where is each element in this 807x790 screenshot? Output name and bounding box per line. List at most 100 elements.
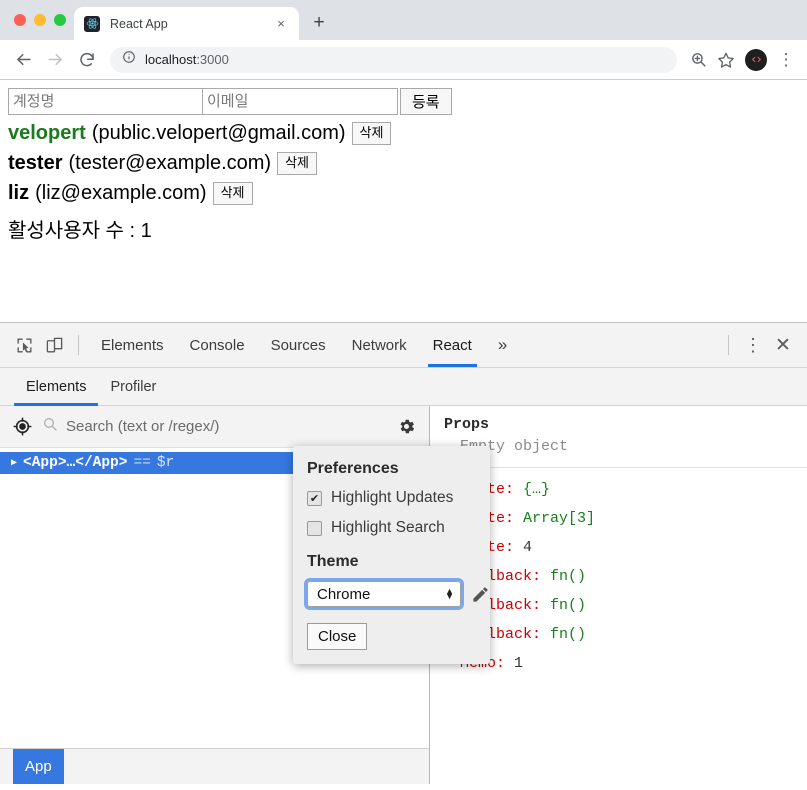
- user-create-form: 등록: [8, 88, 799, 115]
- theme-selected-value: Chrome: [317, 585, 371, 603]
- theme-select[interactable]: Chrome ▲ ▼: [304, 578, 464, 610]
- user-email: (public.velopert@gmail.com): [91, 122, 346, 144]
- forward-button[interactable]: [40, 45, 70, 75]
- user-list-item[interactable]: liz (liz@example.com) 삭제: [8, 182, 799, 205]
- search-placeholder: Search (text or /regex/): [66, 418, 220, 435]
- hook-row[interactable]: Callback: fn(): [444, 621, 807, 650]
- reload-button[interactable]: [72, 45, 102, 75]
- more-tabs-button[interactable]: »: [485, 323, 520, 367]
- hook-value: Array[3]: [523, 509, 596, 527]
- preferences-popup: Preferences ✔ Highlight Updates Highligh…: [293, 446, 490, 664]
- url-host: localhost: [145, 52, 197, 67]
- hook-value: fn(): [550, 625, 587, 643]
- tab-sources[interactable]: Sources: [258, 323, 339, 367]
- react-logo-icon: [84, 15, 100, 32]
- react-tab-profiler[interactable]: Profiler: [98, 368, 168, 405]
- hook-value: fn(): [550, 596, 587, 614]
- tree-node-equals: ==: [133, 455, 151, 471]
- tab-network[interactable]: Network: [339, 323, 420, 367]
- register-button[interactable]: 등록: [400, 88, 452, 115]
- user-list-item[interactable]: tester (tester@example.com) 삭제: [8, 152, 799, 175]
- close-preferences-button[interactable]: Close: [307, 623, 368, 650]
- browser-tabstrip: React App × +: [0, 0, 807, 40]
- props-empty-text: Empty object: [460, 438, 569, 455]
- react-devtools-tabs: Elements Profiler: [0, 368, 807, 406]
- theme-section-title: Theme: [307, 553, 359, 570]
- preference-label: Highlight Updates: [331, 489, 454, 506]
- window-maximize-button[interactable]: [54, 14, 66, 26]
- window-close-button[interactable]: [14, 14, 26, 26]
- breadcrumb: App: [0, 748, 429, 784]
- chevron-right-icon[interactable]: ▶: [11, 457, 17, 469]
- tree-node-label: <App>…</App>: [23, 455, 128, 471]
- hook-row[interactable]: Memo: 1: [444, 650, 807, 679]
- profile-avatar[interactable]: [745, 48, 767, 71]
- hooks-list: State: {…} State: Array[3] State: 4 Call…: [444, 476, 807, 679]
- address-bar[interactable]: localhost:3000: [110, 46, 677, 73]
- browser-menu-button[interactable]: ⋮: [773, 47, 799, 73]
- tab-console[interactable]: Console: [177, 323, 258, 367]
- search-icon: [42, 416, 58, 437]
- account-name-input[interactable]: [8, 88, 203, 115]
- devtools-panel: Elements Console Sources Network React »…: [0, 322, 807, 784]
- hook-value: 4: [523, 538, 533, 556]
- preference-highlight-updates[interactable]: ✔ Highlight Updates: [307, 489, 490, 507]
- toolbar-divider-right: [728, 335, 729, 355]
- tab-react[interactable]: React: [420, 323, 485, 367]
- user-name: velopert: [8, 122, 86, 144]
- checkbox-unchecked[interactable]: [307, 520, 322, 536]
- info-icon[interactable]: [122, 50, 136, 69]
- delete-user-button[interactable]: 삭제: [351, 122, 392, 145]
- url-port: :3000: [196, 52, 229, 67]
- react-tab-elements[interactable]: Elements: [14, 368, 99, 406]
- delete-user-button[interactable]: 삭제: [212, 182, 253, 205]
- delete-user-button[interactable]: 삭제: [277, 152, 317, 175]
- props-section-title: Props: [444, 416, 490, 433]
- inspect-element-icon[interactable]: [9, 330, 39, 360]
- component-search-bar: Search (text or /regex/): [0, 406, 429, 448]
- devtools-menu-button[interactable]: ⋮: [738, 330, 768, 360]
- hook-row[interactable]: State: Array[3]: [444, 505, 807, 534]
- back-button[interactable]: [8, 45, 38, 75]
- device-toolbar-icon[interactable]: [39, 330, 69, 360]
- new-tab-button[interactable]: +: [305, 9, 333, 37]
- user-email: (liz@example.com): [35, 182, 207, 204]
- email-input[interactable]: [202, 88, 398, 115]
- hook-value: fn(): [550, 567, 587, 585]
- hook-row[interactable]: State: {…}: [444, 476, 807, 505]
- tree-node-ref: $r: [156, 455, 175, 471]
- tab-close-icon[interactable]: ×: [273, 16, 289, 32]
- tree-node-app[interactable]: ▶ <App>…</App> == $r: [0, 452, 295, 474]
- hook-row[interactable]: Callback: fn(): [444, 592, 807, 621]
- devtools-toolbar: Elements Console Sources Network React »…: [0, 323, 807, 368]
- devtools-tab-list: Elements Console Sources Network React »: [88, 323, 520, 367]
- toolbar-divider: [78, 335, 79, 355]
- hook-row[interactable]: State: 4: [444, 534, 807, 563]
- active-user-count: 활성사용자 수 : 1: [8, 220, 152, 242]
- browser-tab[interactable]: React App ×: [74, 7, 299, 40]
- gear-icon[interactable]: [393, 414, 419, 440]
- devtools-close-button[interactable]: ✕: [768, 330, 798, 360]
- hook-value: {…}: [523, 481, 551, 498]
- search-input[interactable]: Search (text or /regex/): [42, 416, 385, 437]
- window-minimize-button[interactable]: [34, 14, 46, 26]
- hook-value: 1: [514, 654, 524, 672]
- page-content: 등록 velopert (public.velopert@gmail.com) …: [0, 80, 807, 322]
- user-name: tester: [8, 152, 63, 174]
- user-name: liz: [8, 182, 30, 204]
- tab-elements[interactable]: Elements: [88, 323, 177, 367]
- user-email: (tester@example.com): [68, 152, 272, 174]
- react-devtools-body: Search (text or /regex/) ▶ <App>…</App> …: [0, 406, 807, 784]
- breadcrumb-item-app[interactable]: App: [13, 749, 64, 784]
- user-list-item[interactable]: velopert (public.velopert@gmail.com) 삭제: [8, 122, 799, 145]
- pencil-icon[interactable]: [471, 585, 490, 604]
- preference-highlight-search[interactable]: Highlight Search: [307, 519, 490, 537]
- star-icon[interactable]: [713, 47, 739, 73]
- checkbox-checked[interactable]: ✔: [307, 490, 322, 506]
- hook-row[interactable]: Callback: fn(): [444, 563, 807, 592]
- theme-row: Chrome ▲ ▼: [304, 578, 490, 610]
- address-bar-url: localhost:3000: [145, 52, 229, 67]
- preference-label: Highlight Search: [331, 519, 445, 536]
- select-element-icon[interactable]: [10, 415, 34, 439]
- zoom-icon[interactable]: [685, 47, 711, 73]
